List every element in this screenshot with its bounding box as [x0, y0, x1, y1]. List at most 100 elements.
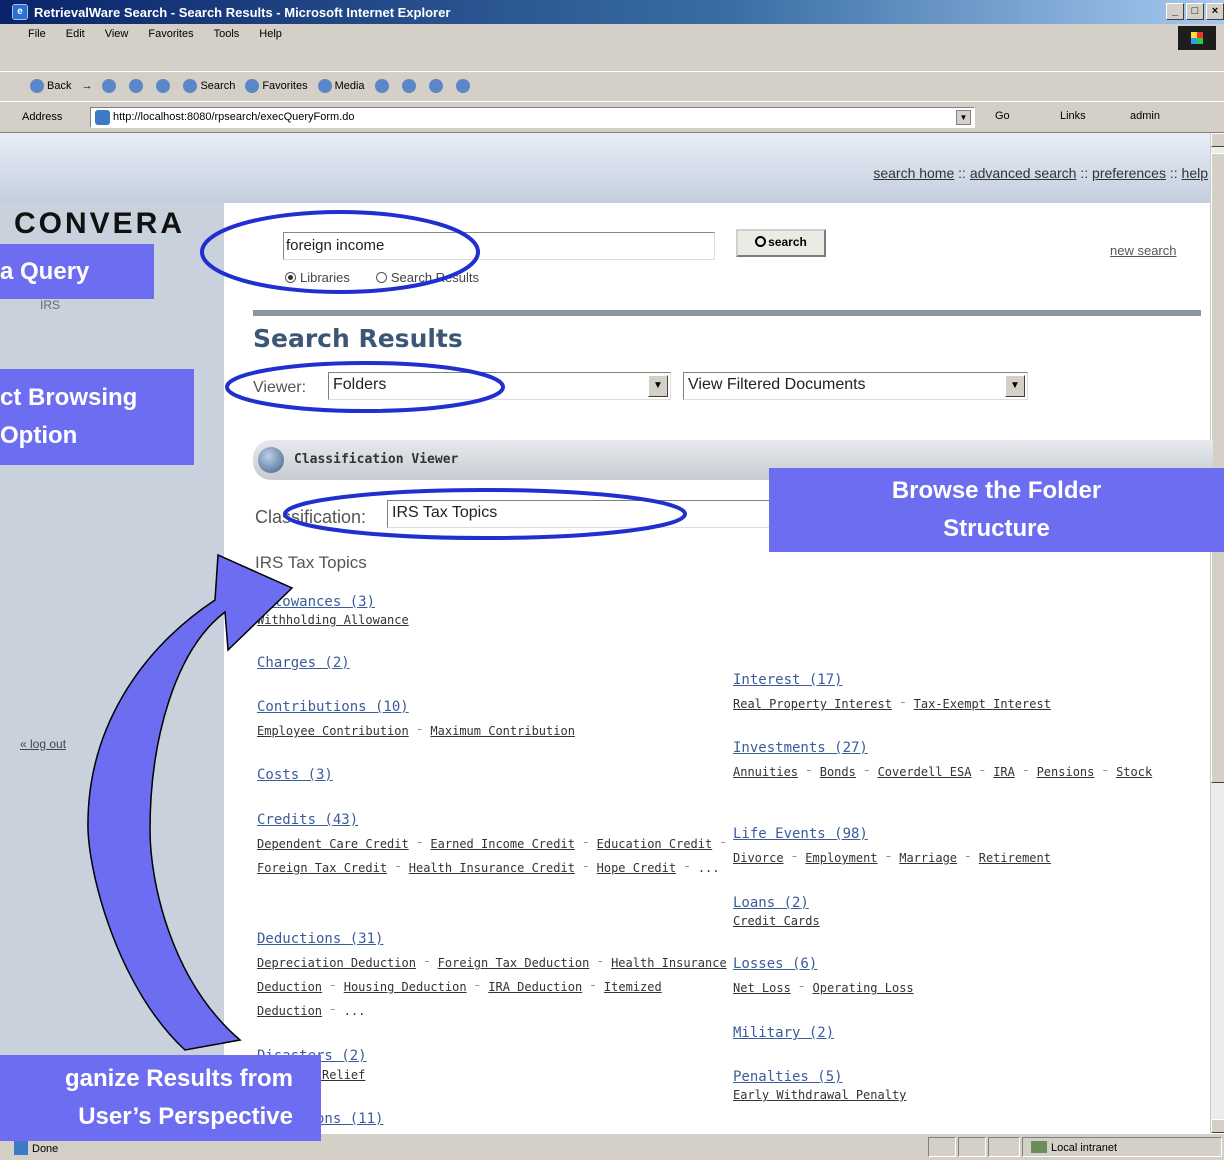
toolbar-favorites-button[interactable]: Favorites — [245, 79, 308, 93]
stop-icon[interactable] — [102, 79, 117, 93]
subcategory-link[interactable]: Foreign Tax Credit — [257, 861, 387, 875]
preferences-link[interactable]: preferences — [1092, 165, 1166, 181]
subcategory-link[interactable]: Net Loss — [733, 981, 791, 995]
favorites-icon — [245, 79, 260, 93]
links-button[interactable]: Links — [1060, 110, 1086, 122]
subcategory-link[interactable]: Stock — [1116, 765, 1152, 779]
subcategory-link[interactable]: Dependent Care Credit — [257, 837, 409, 851]
category-investments[interactable]: Investments (27) — [733, 740, 868, 756]
category-contributions[interactable]: Contributions (10) — [257, 699, 409, 715]
category-costs[interactable]: Costs (3) — [257, 767, 333, 783]
subcategory-link[interactable]: Marriage — [899, 851, 957, 865]
subcategory-link[interactable]: Operating Loss — [813, 981, 914, 995]
subcategory-link[interactable]: Pensions — [1037, 765, 1095, 779]
subcategory-link[interactable]: Hope Credit — [597, 861, 676, 875]
scroll-down-button[interactable] — [1211, 1119, 1224, 1133]
scope-libraries[interactable]: Libraries — [285, 270, 350, 285]
subcategory-link[interactable]: Real Property Interest — [733, 697, 892, 711]
toolbar-search-label: Search — [200, 79, 236, 92]
collapse-icon[interactable] — [258, 447, 284, 473]
subcategory-link[interactable]: Annuities — [733, 765, 798, 779]
menu-help[interactable]: Help — [259, 28, 282, 40]
admin-link[interactable]: admin — [1130, 110, 1160, 122]
logout-link[interactable]: « log out — [20, 737, 66, 751]
close-button[interactable]: × — [1206, 3, 1224, 20]
view-filter-select[interactable]: View Filtered Documents ▼ — [683, 372, 1028, 400]
category-credits[interactable]: Credits (43) — [257, 812, 358, 828]
callout-query-text: a Query — [0, 257, 90, 285]
subcategory-link[interactable]: Employee Contribution — [257, 724, 409, 738]
subcategory-link[interactable]: Early Withdrawal Penalty — [733, 1088, 906, 1102]
vertical-scrollbar[interactable] — [1210, 133, 1224, 1133]
back-button[interactable]: Back — [30, 79, 71, 93]
more-ellipsis[interactable]: ... — [344, 1004, 366, 1018]
history-icon[interactable] — [374, 79, 389, 93]
radio-unselected-icon — [375, 272, 387, 283]
subcategory-link[interactable]: Housing Deduction — [344, 980, 467, 994]
subcategory-list: Employee Contribution ⁻ Maximum Contribu… — [257, 724, 575, 738]
subcategory-link[interactable]: Depreciation Deduction — [257, 956, 416, 970]
category-deductions[interactable]: Deductions (31) — [257, 931, 383, 947]
url-dropdown-icon[interactable]: ▼ — [956, 110, 971, 125]
category-military[interactable]: Military (2) — [733, 1025, 834, 1041]
repository-label[interactable]: IRS — [40, 298, 60, 312]
minimize-button[interactable]: _ — [1166, 3, 1184, 20]
category-life-events[interactable]: Life Events (98) — [733, 826, 868, 842]
menu-file[interactable]: File — [28, 28, 46, 40]
menu-edit[interactable]: Edit — [66, 28, 85, 40]
classification-select[interactable]: IRS Tax Topics — [387, 500, 787, 528]
subcategory-link[interactable]: Withholding Allowance — [257, 613, 409, 627]
maximize-button[interactable]: □ — [1186, 3, 1204, 20]
subcategory-link[interactable]: Divorce — [733, 851, 784, 865]
subcategory-link[interactable]: Coverdell ESA — [878, 765, 972, 779]
more-ellipsis[interactable]: ... — [698, 861, 720, 875]
new-search-link[interactable]: new search — [1110, 243, 1176, 258]
subcategory-list: Withholding Allowance — [257, 608, 409, 632]
subcategory-link[interactable]: Education Credit — [597, 837, 713, 851]
category-interest[interactable]: Interest (17) — [733, 672, 843, 688]
menu-tools[interactable]: Tools — [214, 28, 240, 40]
subcategory-link[interactable]: Foreign Tax Deduction — [438, 956, 590, 970]
print-icon[interactable] — [428, 79, 443, 93]
subcategory-link[interactable]: Tax-Exempt Interest — [914, 697, 1051, 711]
subcategory-link[interactable]: Earned Income Credit — [430, 837, 575, 851]
url-field[interactable]: http://localhost:8080/rpsearch/execQuery… — [90, 107, 975, 128]
subcategory-link[interactable]: Retirement — [979, 851, 1051, 865]
home-icon[interactable] — [156, 79, 171, 93]
mail-icon[interactable] — [401, 79, 416, 93]
menu-favorites[interactable]: Favorites — [148, 28, 193, 40]
toolbar-search-button[interactable]: Search — [183, 79, 235, 93]
chevron-down-icon[interactable]: ▼ — [648, 375, 668, 397]
edit-icon[interactable] — [455, 79, 470, 93]
help-link[interactable]: help — [1182, 165, 1208, 181]
scope-search-results[interactable]: Search Results — [375, 270, 480, 285]
scroll-up-button[interactable] — [1211, 133, 1224, 147]
toolbar-media-button[interactable]: Media — [317, 79, 365, 93]
subcategory-link[interactable]: Maximum Contribution — [430, 724, 575, 738]
category-losses[interactable]: Losses (6) — [733, 956, 817, 972]
menu-view[interactable]: View — [105, 28, 129, 40]
subcategory-link[interactable]: IRA Deduction — [488, 980, 582, 994]
callout-browse-line2: Structure — [943, 515, 1050, 542]
category-charges[interactable]: Charges (2) — [257, 655, 350, 671]
forward-button[interactable]: → — [81, 80, 92, 92]
go-button[interactable]: Go — [995, 110, 1010, 122]
refresh-icon[interactable] — [129, 79, 144, 93]
subcategory-link[interactable]: Employment — [805, 851, 877, 865]
classification-viewer-title: Classification Viewer — [294, 452, 459, 467]
subcategory-list: Dependent Care Credit ⁻ Earned Income Cr… — [257, 837, 727, 875]
viewer-select[interactable]: Folders ▼ — [328, 372, 671, 400]
subcategory-link[interactable]: Bonds — [820, 765, 856, 779]
subcategory-link[interactable]: IRA — [993, 765, 1015, 779]
scope-search-results-label: Search Results — [390, 270, 480, 285]
intranet-icon — [1031, 1141, 1047, 1153]
subcategory-link[interactable]: Health Insurance Credit — [409, 861, 575, 875]
search-input[interactable]: foreign income — [283, 232, 715, 260]
search-button[interactable]: search — [736, 229, 826, 257]
divider — [253, 310, 1201, 316]
advanced-search-link[interactable]: advanced search — [970, 165, 1077, 181]
subcategory-list: Early Withdrawal Penalty — [733, 1083, 906, 1107]
search-home-link[interactable]: search home — [873, 165, 954, 181]
chevron-down-icon[interactable]: ▼ — [1005, 375, 1025, 397]
subcategory-link[interactable]: Credit Cards — [733, 914, 820, 928]
